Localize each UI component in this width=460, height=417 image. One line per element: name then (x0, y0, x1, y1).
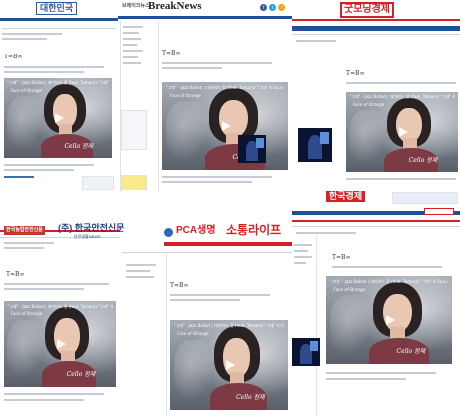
video-player-5[interactable]: "그대" - Jazz Ballad | 데이비드 정 (feat. Tamar… (170, 320, 288, 410)
screenshot-2: 브레이크뉴스 BreakNews f t r T=B∞ "그대" - Jazz … (118, 0, 292, 192)
video-thumbnail[interactable] (238, 135, 266, 163)
ad-box (82, 176, 114, 190)
logo-1: 대한민국 (36, 2, 78, 15)
tb-logo-7: T=B∞ (332, 254, 351, 261)
logo-6b: 소통라이프 (226, 223, 282, 237)
logo-2-prefix: 브레이크뉴스 (122, 3, 150, 9)
screenshot-6: PCA생명 소통라이프 (164, 222, 292, 250)
tb-logo-1: T=B∞ (4, 54, 23, 59)
screenshot-7-body: T=B∞ "그대" - Jazz Ballad | 데이비드 정 (feat. … (292, 236, 460, 417)
nav-bar-3 (292, 19, 460, 21)
play-icon[interactable] (222, 121, 231, 131)
screenshot-1: 대한민국 T=B∞ "그대" - Jazz Ballad | 데이비드 정 (f… (0, 0, 118, 192)
screenshot-3: 굿모닝경제 T=B∞ "그대" - Jazz Ballad | 데이비드 정 (… (292, 0, 460, 190)
logo-5-sub: 안전생활NEWS (74, 234, 101, 239)
logo-7: 한국경제 (326, 191, 366, 202)
logo-6a: PCA생명 (176, 225, 216, 236)
play-icon[interactable] (55, 113, 64, 123)
tb-logo-2: T=B∞ (162, 50, 181, 57)
play-icon[interactable] (226, 360, 235, 370)
ad-banner (392, 192, 458, 204)
play-icon[interactable] (399, 127, 408, 137)
video-player-1[interactable]: "그대" - Jazz Ballad | 데이비드 정 (feat. Tamar… (4, 78, 112, 158)
tb-logo-3: T=B∞ (346, 70, 365, 77)
logo-5-box: 한국농업안전신문 (4, 226, 45, 235)
rss-icon[interactable]: r (278, 4, 285, 11)
video-player-7[interactable]: "그대" - Jazz Ballad | 데이비드 정 (feat. Tamar… (326, 276, 452, 364)
screenshot-5-body: T=B∞ "그대" - Jazz Ballad | 데이비드 정 (feat. … (122, 250, 292, 417)
tb-logo-5: T=B∞ (170, 282, 189, 289)
collage: 대한민국 T=B∞ "그대" - Jazz Ballad | 데이비드 정 (f… (0, 0, 460, 417)
twitter-icon[interactable]: t (269, 4, 276, 11)
play-icon[interactable] (57, 339, 66, 349)
video-thumbnail[interactable] (292, 338, 320, 366)
video-player-4[interactable]: "그대" - Jazz Ballad | 데이비드 정 (feat. Tamar… (4, 301, 116, 387)
play-icon[interactable] (386, 315, 395, 325)
video-player-2[interactable]: "그대" - Jazz Ballad | 데이비드 정 (feat. Tamar… (162, 82, 288, 170)
video-thumbnail[interactable] (298, 128, 332, 162)
logo-2: BreakNews (148, 0, 202, 12)
screenshot-5: 한국농업안전신문 (주) 한국안전신문 안전생활NEWS (0, 222, 160, 247)
nav-bar-1 (0, 18, 118, 21)
video-player-3[interactable]: "그대" - Jazz Ballad | 데이비드 정 (feat. Tamar… (346, 92, 458, 172)
tb-logo-4: T=B∞ (6, 271, 25, 278)
nav-bar-2 (118, 16, 292, 19)
logo-3: 굿모닝경제 (340, 2, 394, 18)
emblem-icon (164, 228, 173, 237)
facebook-icon[interactable]: f (260, 4, 267, 11)
logo-5: (주) 한국안전신문 (58, 223, 125, 233)
